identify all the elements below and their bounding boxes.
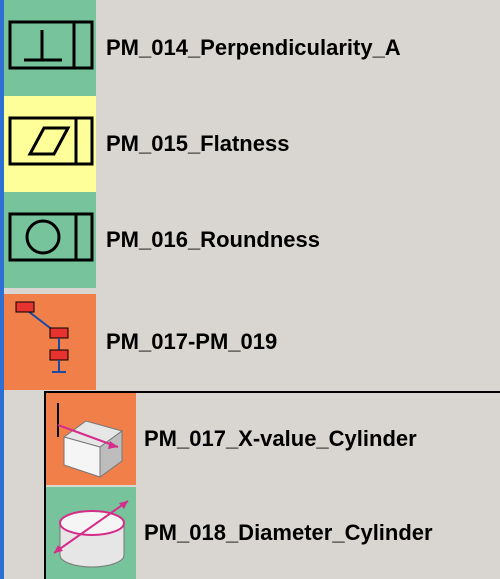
x-value-cylinder-icon [46, 393, 136, 485]
item-label: PM_017-PM_019 [106, 329, 278, 354]
tree-item-diameter-cylinder[interactable]: PM_018_Diameter_Cylinder [46, 487, 498, 579]
item-label: PM_014_Perpendicularity_A [106, 35, 401, 60]
roundness-icon [4, 192, 96, 288]
tree-item-perpendicularity[interactable]: PM_014_Perpendicularity_A [4, 0, 500, 96]
group-children-panel: PM_017_X-value_Cylinder PM_018_Diameter_… [44, 391, 500, 579]
item-label: PM_017_X-value_Cylinder [144, 426, 417, 451]
item-label: PM_016_Roundness [106, 227, 320, 252]
item-label: PM_018_Diameter_Cylinder [144, 520, 433, 545]
flatness-icon [4, 96, 96, 192]
tile-roundness [4, 192, 96, 288]
tile-perpendicularity [4, 0, 96, 96]
tile-flatness [4, 96, 96, 192]
diameter-cylinder-icon [46, 487, 136, 579]
perpendicularity-icon [4, 0, 96, 96]
tile-diameter-cylinder [46, 487, 136, 579]
tree-item-flatness[interactable]: PM_015_Flatness [4, 96, 500, 192]
item-label: PM_015_Flatness [106, 131, 290, 156]
tree-item-group[interactable]: PM_017-PM_019 [4, 294, 500, 390]
tile-group [4, 294, 96, 390]
tile-x-value-cylinder [46, 393, 136, 485]
tree-group-icon [4, 294, 96, 390]
tree-item-roundness[interactable]: PM_016_Roundness [4, 192, 500, 288]
tree-item-x-value-cylinder[interactable]: PM_017_X-value_Cylinder [46, 393, 498, 485]
